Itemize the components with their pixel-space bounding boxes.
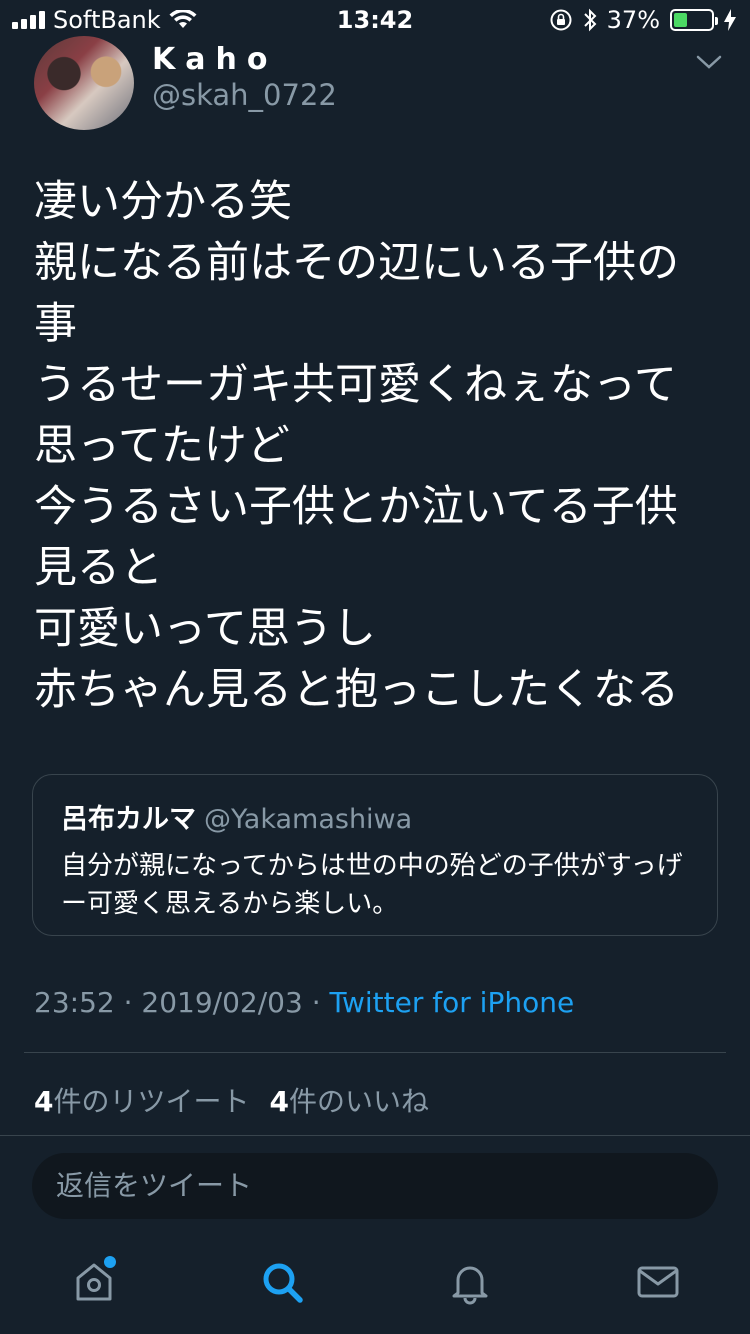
divider — [0, 1135, 750, 1136]
tweet-text-line: うるせーガキ共可愛くねぇなって — [34, 360, 677, 410]
author-display-name[interactable]: Kaho — [152, 42, 277, 77]
author-handle[interactable]: @skah_0722 — [152, 78, 337, 112]
tweet-timestamp: 23:52 · 2019/02/03 · Twitter for iPhone — [34, 986, 574, 1019]
tweet-text-line: 凄い分かる笑 — [34, 177, 292, 227]
tweet-date: 2019/02/03 — [141, 986, 303, 1019]
messages-icon — [637, 1266, 679, 1298]
tweet-text-line: 親になる前はその辺にいる子供の — [34, 238, 679, 288]
status-bar: SoftBank 13:42 37% — [0, 0, 750, 40]
reply-input[interactable]: 返信をツイート — [32, 1153, 718, 1219]
orientation-lock-icon — [550, 9, 572, 31]
tweet-text-line: 見ると — [34, 543, 163, 593]
quoted-author-handle: @Yakamashiwa — [204, 804, 413, 835]
tweet-text-line: 可愛いって思うし — [34, 604, 376, 654]
chevron-down-icon[interactable] — [694, 50, 724, 74]
tweet-text: 凄い分かる笑 親になる前はその辺にいる子供の 事 うるせーガキ共可愛くねぇなって… — [34, 172, 714, 721]
divider — [24, 1052, 726, 1053]
likes-link[interactable]: 4件のいいね — [270, 1085, 430, 1118]
retweet-count: 4 — [34, 1085, 54, 1118]
quoted-tweet-header: 呂布カルマ @Yakamashiwa — [61, 797, 412, 836]
tweet-text-line: 赤ちゃん見ると抱っこしたくなる — [34, 665, 679, 715]
charging-icon — [724, 9, 736, 31]
tweet-text-line: 事 — [34, 299, 77, 349]
tweet-stats: 4件のリツイート 4件のいいね — [34, 1080, 429, 1120]
bluetooth-icon — [583, 8, 597, 32]
unread-badge-dot — [104, 1256, 116, 1268]
retweet-label: 件のリツイート — [53, 1085, 250, 1118]
search-icon — [263, 1263, 303, 1303]
meta-separator: · — [123, 986, 133, 1019]
status-right: 37% — [549, 6, 736, 34]
notifications-icon — [452, 1266, 488, 1305]
like-label: 件のいいね — [288, 1085, 429, 1118]
tweet-time: 23:52 — [34, 986, 115, 1019]
tweet-source-link[interactable]: Twitter for iPhone — [330, 986, 575, 1019]
retweets-link[interactable]: 4件のリツイート — [34, 1085, 250, 1118]
tab-messages[interactable] — [634, 1258, 682, 1306]
meta-separator: · — [311, 986, 321, 1019]
tab-notifications[interactable] — [446, 1258, 494, 1306]
quoted-tweet-card[interactable]: 呂布カルマ @Yakamashiwa 自分が親になってからは世の中の殆どの子供がす… — [32, 774, 718, 936]
quoted-tweet-text: 自分が親になってからは世の中の殆どの子供がすっげー可愛く思えるから楽しい。 — [61, 851, 683, 919]
tweet-text-line: 今うるさい子供とか泣いてる子供 — [34, 482, 678, 532]
battery-cap — [715, 17, 718, 25]
battery-level — [674, 13, 688, 27]
quoted-author-name: 呂布カルマ — [61, 804, 196, 835]
battery-percent: 37% — [606, 6, 660, 34]
tab-bar — [0, 1236, 750, 1334]
avatar[interactable] — [34, 36, 134, 130]
like-count: 4 — [269, 1085, 289, 1118]
battery-icon — [670, 9, 718, 31]
tweet-text-line: 思ってたけど — [34, 421, 290, 471]
tab-search[interactable] — [258, 1258, 306, 1306]
